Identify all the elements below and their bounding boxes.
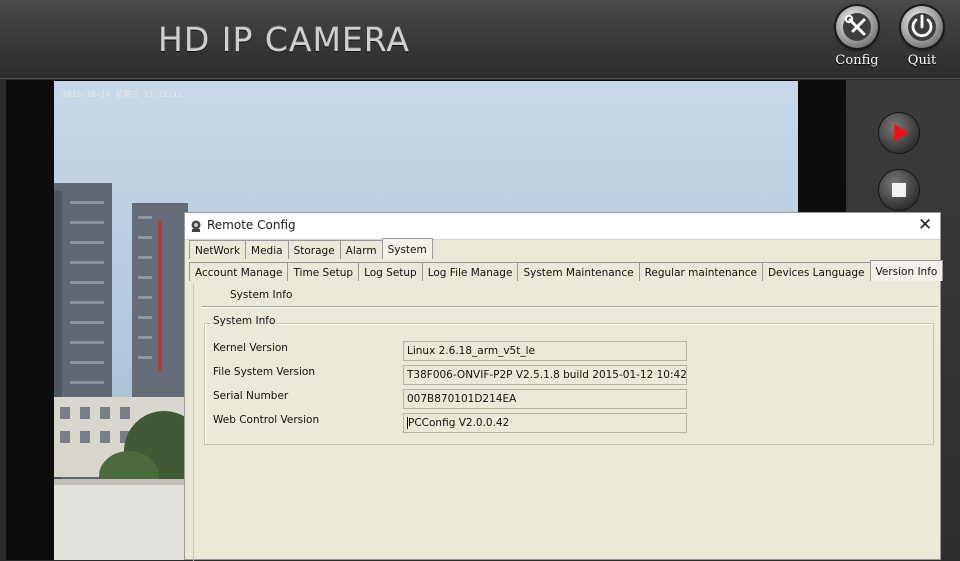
power-icon (911, 14, 933, 38)
tab-network[interactable]: NetWork (189, 240, 247, 259)
tab-version-info[interactable]: Version Info (869, 260, 944, 281)
stop-button[interactable] (879, 170, 919, 210)
close-icon[interactable]: ✕ (918, 215, 932, 235)
app-title: HD IP CAMERA (158, 20, 410, 59)
tab-media[interactable]: Media (245, 240, 289, 259)
tab-devices-language[interactable]: Devices Language (761, 262, 871, 281)
main-tab-bar: NetWork Media Storage Alarm System (189, 238, 433, 260)
serial-number-field[interactable]: 007B870101D214EA (403, 389, 687, 409)
divider (202, 306, 938, 308)
sub-tab-bar: Account Manage Time Setup Log Setup Log … (189, 260, 944, 282)
remote-config-dialog: Remote Config ✕ NetWork Media Storage Al… (184, 212, 944, 561)
file-system-version-label: File System Version (213, 366, 316, 378)
tab-alarm[interactable]: Alarm (339, 240, 383, 259)
stop-icon (892, 183, 906, 197)
web-control-version-value: PCConfig V2.0.0.42 (408, 417, 510, 429)
web-control-version-field[interactable]: PCConfig V2.0.0.42 (403, 413, 687, 433)
dialog-titlebar[interactable]: Remote Config ✕ (185, 213, 940, 240)
kernel-version-label: Kernel Version (213, 342, 288, 354)
top-bar: HD IP CAMERA (0, 0, 960, 79)
tab-system-maintenance[interactable]: System Maintenance (517, 262, 640, 281)
quit-label: Quit (907, 53, 937, 68)
tab-regular-maintenance[interactable]: Regular maintenance (638, 262, 763, 281)
group-title: System Info (212, 315, 277, 327)
config-label: Config (835, 53, 879, 68)
tab-log-file-manage[interactable]: Log File Manage (421, 262, 519, 281)
file-system-version-field[interactable]: T38F006-ONVIF-P2P V2.5.1.8 build 2015-01… (403, 365, 687, 385)
config-button-circle[interactable] (836, 6, 878, 48)
tab-account-manage[interactable]: Account Manage (189, 262, 289, 281)
play-icon (894, 124, 909, 142)
serial-number-label: Serial Number (213, 390, 289, 402)
tab-log-setup[interactable]: Log Setup (358, 262, 423, 281)
tab-time-setup[interactable]: Time Setup (287, 262, 360, 281)
play-button[interactable] (879, 113, 919, 153)
tab-storage[interactable]: Storage (287, 240, 341, 259)
kernel-version-field[interactable]: Linux 2.6.18_arm_v5t_le (403, 341, 687, 361)
web-control-version-label: Web Control Version (213, 414, 320, 426)
quit-button-circle[interactable] (901, 6, 943, 48)
quit-button[interactable]: Quit (896, 6, 948, 68)
tools-icon (844, 14, 866, 36)
config-button[interactable]: Config (831, 6, 883, 68)
version-info-panel: System Info System Info Kernel Version L… (193, 284, 938, 561)
app-icon (191, 220, 201, 232)
video-timestamp: 2015-10-14 星期三 17:21:11 (62, 90, 183, 99)
dialog-title: Remote Config (207, 218, 296, 232)
tab-system[interactable]: System (381, 238, 433, 259)
tab-system-info[interactable]: System Info (230, 289, 292, 301)
